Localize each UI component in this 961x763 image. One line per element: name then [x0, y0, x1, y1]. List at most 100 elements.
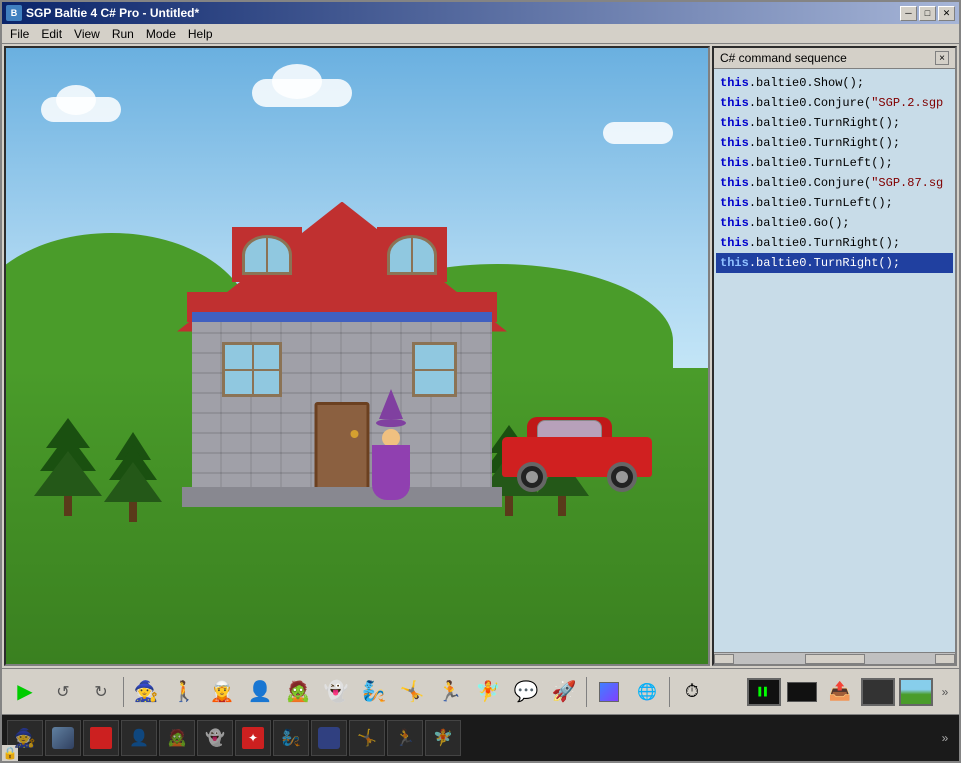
main-content: C# command sequence × this.baltie0.Show(…: [2, 44, 959, 761]
menu-help[interactable]: Help: [182, 24, 219, 44]
code-scrollbar[interactable]: [714, 652, 955, 664]
cloud-1: [41, 97, 121, 122]
dormer-right: [377, 227, 447, 282]
undo-icon: ↺: [56, 682, 69, 702]
dark-scene-btn[interactable]: [860, 674, 896, 710]
timer-btn[interactable]: ⏱: [674, 674, 710, 710]
code-line-10: this.baltie0.TurnRight();: [716, 253, 953, 273]
wizard-hat: [379, 389, 403, 419]
redo-button[interactable]: ↻: [83, 674, 119, 710]
char-btn-1[interactable]: 🧙: [128, 674, 164, 710]
close-button[interactable]: ✕: [938, 6, 955, 21]
title-bar: B SGP Baltie 4 C# Pro - Untitled* ─ □ ✕: [2, 2, 959, 24]
code-panel-close[interactable]: ×: [935, 51, 949, 65]
export-btn[interactable]: 📤: [822, 674, 858, 710]
house: [192, 312, 492, 492]
right-toolbar-group: ▌▌ 📤 »: [745, 673, 955, 711]
code-line-6: this.baltie0.Conjure("SGP.87.sg: [716, 173, 953, 193]
code-panel-header: C# command sequence ×: [714, 48, 955, 69]
screen-icon: ▌▌: [747, 678, 781, 706]
char-btn-9[interactable]: 🏃: [432, 674, 468, 710]
wizard-character: [371, 389, 411, 479]
sprite-btn-5[interactable]: 🧟: [159, 720, 195, 756]
menu-edit[interactable]: Edit: [35, 24, 68, 44]
char-btn-2[interactable]: 🚶: [166, 674, 202, 710]
char-btn-7[interactable]: 🧞: [356, 674, 392, 710]
main-window: B SGP Baltie 4 C# Pro - Untitled* ─ □ ✕ …: [0, 0, 961, 763]
menu-bar: File Edit View Run Mode Help: [2, 24, 959, 44]
sprites-toolbar: 🔒 🧙 👤 🧟 👻: [2, 715, 959, 761]
play-button[interactable]: ▶: [7, 674, 43, 710]
code-line-3: this.baltie0.TurnRight();: [716, 113, 953, 133]
code-line-1: this.baltie0.Show();: [716, 73, 953, 93]
sprite-btn-12[interactable]: 🧚: [425, 720, 461, 756]
scene-viewport[interactable]: [4, 46, 710, 666]
wizard-body: [372, 445, 410, 500]
landscape-btn[interactable]: [898, 674, 934, 710]
blue-stripe: [192, 312, 492, 322]
menu-view[interactable]: View: [68, 24, 106, 44]
cube-btn[interactable]: [591, 674, 627, 710]
code-line-5: this.baltie0.TurnLeft();: [716, 153, 953, 173]
dormer-window-right: [387, 235, 437, 275]
play-icon: ▶: [17, 679, 32, 704]
sprite-btn-10[interactable]: 🤸: [349, 720, 385, 756]
ground-floor: [182, 487, 502, 507]
tree-2: [104, 432, 162, 522]
char-btn-5[interactable]: 🧟: [280, 674, 316, 710]
tree-1: [34, 418, 102, 516]
dormer-window-left: [242, 235, 292, 275]
code-line-4: this.baltie0.TurnRight();: [716, 133, 953, 153]
redo-icon: ↻: [94, 682, 107, 702]
scene-and-code: C# command sequence × this.baltie0.Show(…: [2, 44, 959, 668]
code-line-7: this.baltie0.TurnLeft();: [716, 193, 953, 213]
char-btn-10[interactable]: 🧚: [470, 674, 506, 710]
toolbar-more-button[interactable]: »: [935, 674, 955, 710]
code-panel-title: C# command sequence: [720, 51, 847, 65]
sprite-btn-7[interactable]: ✦: [235, 720, 271, 756]
code-line-2: this.baltie0.Conjure("SGP.2.sgp: [716, 93, 953, 113]
cloud-3: [603, 122, 673, 144]
char-btn-11[interactable]: 💬: [508, 674, 544, 710]
dormer-left: [232, 227, 302, 282]
maximize-button[interactable]: □: [919, 6, 936, 21]
menu-file[interactable]: File: [4, 24, 35, 44]
sprite-btn-11[interactable]: 🏃: [387, 720, 423, 756]
dark-landscape-icon: [861, 678, 895, 706]
char-btn-8[interactable]: 🤸: [394, 674, 430, 710]
sprite-btn-3[interactable]: [83, 720, 119, 756]
sprite-btn-6[interactable]: 👻: [197, 720, 233, 756]
sprite-btn-8[interactable]: 🧞: [273, 720, 309, 756]
black-rect-btn[interactable]: [784, 674, 820, 710]
sprite-btn-2[interactable]: [45, 720, 81, 756]
tool-btn-1[interactable]: 🌐: [629, 674, 665, 710]
code-line-9: this.baltie0.TurnRight();: [716, 233, 953, 253]
menu-run[interactable]: Run: [106, 24, 140, 44]
char-btn-6[interactable]: 👻: [318, 674, 354, 710]
cloud-2: [252, 79, 352, 107]
char-btn-12[interactable]: 🚀: [546, 674, 582, 710]
sprites-more-button[interactable]: »: [935, 720, 955, 756]
char-btn-3[interactable]: 🧝: [204, 674, 240, 710]
house-window-right: [412, 342, 457, 397]
app-icon: B: [6, 5, 22, 21]
undo-button[interactable]: ↺: [45, 674, 81, 710]
code-content[interactable]: this.baltie0.Show(); this.baltie0.Conjur…: [714, 69, 955, 652]
code-panel: C# command sequence × this.baltie0.Show(…: [712, 46, 957, 666]
separator-3: [669, 677, 670, 707]
screen-btn[interactable]: ▌▌: [746, 674, 782, 710]
code-line-8: this.baltie0.Go();: [716, 213, 953, 233]
black-rect-icon: [787, 682, 817, 702]
sprite-btn-9[interactable]: [311, 720, 347, 756]
house-window-left: [222, 342, 282, 397]
red-car: [502, 422, 652, 492]
char-btn-4[interactable]: 👤: [242, 674, 278, 710]
menu-mode[interactable]: Mode: [140, 24, 182, 44]
minimize-button[interactable]: ─: [900, 6, 917, 21]
separator-2: [586, 677, 587, 707]
wizard-hat-brim: [376, 419, 406, 427]
window-title: SGP Baltie 4 C# Pro - Untitled*: [26, 6, 900, 20]
sprite-btn-4[interactable]: 👤: [121, 720, 157, 756]
house-door: [315, 402, 370, 492]
car-wheel-left: [517, 462, 547, 492]
